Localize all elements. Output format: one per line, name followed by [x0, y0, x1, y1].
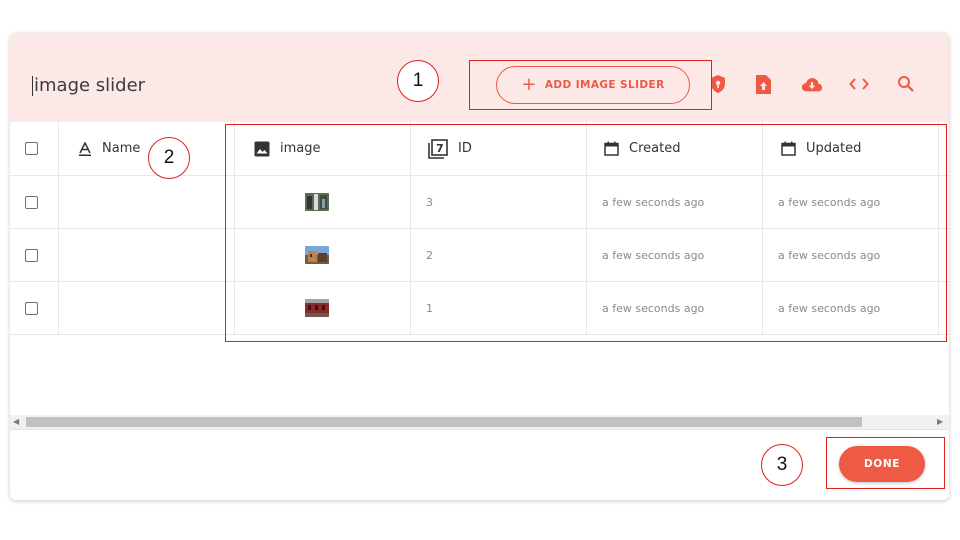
annotation-box-1: [469, 60, 712, 110]
dialog-title[interactable]: image slider: [34, 75, 145, 96]
row-checkbox[interactable]: [25, 229, 38, 281]
search-icon[interactable]: [895, 73, 917, 95]
annotation-circle-3: 3: [761, 444, 803, 486]
row-checkbox[interactable]: [25, 282, 38, 334]
select-all-checkbox[interactable]: [25, 122, 38, 175]
column-label: Name: [102, 141, 141, 156]
cloud-download-icon[interactable]: [801, 73, 823, 95]
code-icon[interactable]: [848, 73, 870, 95]
text-cursor: [32, 76, 33, 96]
scroll-left-icon[interactable]: ◀: [13, 415, 19, 429]
file-upload-icon[interactable]: [752, 73, 774, 95]
column-divider: [58, 122, 59, 334]
annotation-box-2: [225, 124, 947, 342]
horizontal-scrollbar[interactable]: ◀ ▶: [10, 415, 949, 429]
scroll-right-icon[interactable]: ▶: [937, 415, 943, 429]
row-checkbox[interactable]: [25, 176, 38, 228]
dialog-footer: DONE: [10, 429, 949, 500]
text-field-icon: [79, 141, 91, 156]
scrollbar-thumb[interactable]: [26, 417, 862, 427]
annotation-circle-2: 2: [148, 137, 190, 179]
column-header-name[interactable]: Name: [78, 122, 140, 175]
annotation-box-3: [826, 437, 945, 489]
annotation-circle-1: 1: [397, 60, 439, 102]
